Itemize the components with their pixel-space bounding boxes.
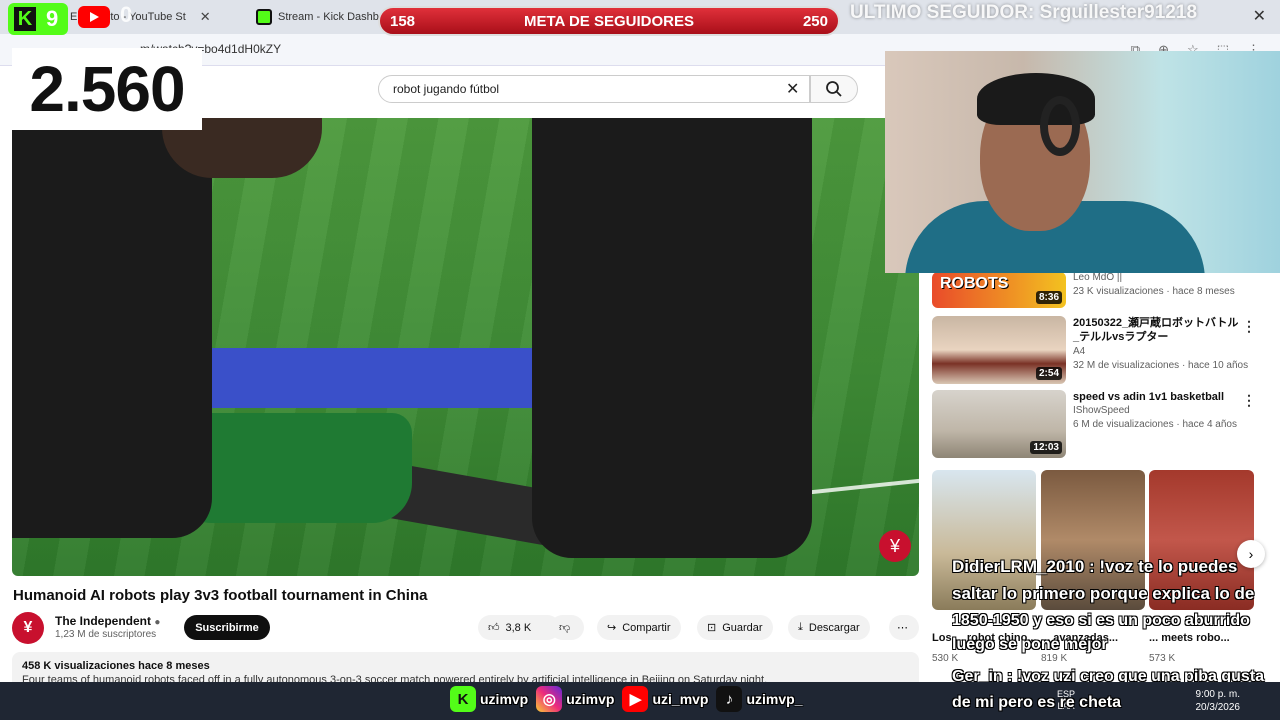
short-views: 819 K (1041, 653, 1068, 664)
channel-name[interactable]: The Independent ● (55, 614, 160, 628)
clock[interactable]: 9:00 p. m. 20/3/2026 (1196, 688, 1241, 714)
tab-label: Stream - Kick Dashbo (278, 11, 385, 23)
video-person-right (532, 118, 812, 558)
viewer-counter: 2.560 (12, 48, 202, 130)
duration: 8:36 (1035, 291, 1062, 304)
youtube-icon (78, 6, 110, 28)
more-options-icon[interactable]: ⋮ (1242, 392, 1256, 409)
goal-label: META DE SEGUIDORES (523, 13, 695, 30)
youtube-count: 0 (120, 2, 133, 27)
social-handle: uzi_mvp (652, 691, 709, 707)
screen: En directo - YouTube St ✕ Stream - Kick … (0, 0, 1280, 720)
video-thumbnail: ROBOTS 8:36 (932, 272, 1066, 308)
channel-watermark-icon: ¥ (879, 530, 911, 562)
recommendation-item[interactable]: ROBOTS 8:36 Leo MdO || 23 K visualizacio… (932, 272, 1272, 308)
share-icon: ↪ (607, 622, 617, 634)
thumbs-down-icon: 👎︎ (559, 622, 571, 634)
video-thumbnail: 2:54 (932, 316, 1066, 384)
recommendation-channel: IShowSpeed (1073, 405, 1130, 416)
chat-line: luego se pone mejor (952, 636, 1108, 653)
short-views: 530 K (932, 653, 959, 664)
verified-icon: ● (154, 617, 161, 628)
channel-avatar[interactable]: ¥ (12, 612, 44, 644)
kick-icon: K (450, 686, 476, 712)
recommendation-channel: A4 (1073, 346, 1086, 357)
tab-kick[interactable]: Stream - Kick Dashbo (248, 4, 393, 30)
more-options-icon[interactable]: ⋮ (1242, 318, 1256, 335)
search-icon (826, 81, 842, 97)
recommendation-meta: 23 K visualizaciones · hace 8 meses (1073, 286, 1235, 297)
chat-line: 1850-1950 y eso si es un poco aburrido (952, 612, 1250, 629)
social-handle: uzimvp_ (746, 691, 803, 707)
subscriber-count: 1,23 M de suscriptores (55, 629, 157, 640)
follower-goal-bar: 158 META DE SEGUIDORES 250 (378, 6, 840, 36)
thumbnail-text: ROBOTS (940, 275, 1009, 292)
social-handle: uzimvp (480, 691, 529, 707)
video-player[interactable]: ¥ (12, 118, 919, 576)
social-handle: uzimvp (566, 691, 615, 707)
short-views: 573 K (1149, 653, 1176, 664)
instagram-icon: ◎ (536, 686, 563, 712)
kick-icon (256, 9, 272, 25)
recommendation-meta: 6 M de visualizaciones · hace 4 años (1073, 419, 1237, 430)
recommendation-channel: Leo MdO || (1073, 272, 1123, 283)
video-thumbnail: 12:03 (932, 390, 1066, 458)
window-close-icon[interactable]: ✕ (1253, 6, 1266, 26)
views-and-date: 458 K visualizaciones hace 8 meses (22, 660, 210, 672)
clear-search-icon[interactable]: ✕ (786, 79, 799, 99)
recommendation-item[interactable]: 2:54 20150322_瀬戸蔵ロボットバトル_テルルvsラプター A4 32… (932, 316, 1272, 384)
share-button[interactable]: ↪ Compartir (597, 615, 681, 640)
shorts-next-button[interactable]: › (1237, 540, 1265, 568)
bookmark-icon: ⊡ (707, 622, 717, 634)
recommendation-title: 20150322_瀬戸蔵ロボットバトル_テルルvsラプター (1073, 317, 1239, 343)
search-button[interactable] (810, 75, 858, 103)
video-person-left (12, 118, 212, 538)
webcam-feed (885, 51, 1280, 273)
short-title: ... meets robo... (1149, 632, 1230, 644)
more-actions-button[interactable]: ⋯ (889, 615, 919, 640)
kick-viewers-badge: K 9 (8, 3, 68, 35)
chat-line: de mi pero es re cheta (952, 694, 1121, 711)
tiktok-icon: ♪ (716, 686, 743, 712)
chat-line: saltar lo primero porque explica lo de (952, 584, 1255, 603)
social-handles: K uzimvp ◎ uzimvp ▶ uzi_mvp ♪ uzimvp_ (450, 684, 807, 714)
chevron-right-icon: › (1248, 546, 1254, 562)
duration: 2:54 (1035, 367, 1062, 380)
download-button[interactable]: ⤓ Descargar (788, 615, 870, 640)
video-title: Humanoid AI robots play 3v3 football tou… (13, 587, 428, 604)
download-icon: ⤓ (798, 621, 803, 633)
duration: 12:03 (1030, 441, 1062, 454)
kick-icon: K (14, 7, 36, 31)
headphones-icon (1040, 96, 1080, 156)
kick-count: 9 (46, 6, 59, 31)
last-follower-label: ULTIMO SEGUIDOR: Srguillester91218 (850, 2, 1198, 23)
recommendation-title: speed vs adin 1v1 basketball (1073, 391, 1225, 403)
subscribe-button[interactable]: Suscribirme (184, 615, 270, 640)
close-tab-icon[interactable]: ✕ (200, 9, 211, 25)
chat-line: DidierLRM_2010 : !voz te lo puedes (952, 557, 1238, 576)
recommendation-meta: 32 M de visualizaciones · hace 10 años (1073, 360, 1249, 371)
recommendation-item[interactable]: 12:03 speed vs adin 1v1 basketball IShow… (932, 390, 1272, 458)
search-input[interactable]: robot jugando fútbol (378, 75, 810, 103)
goal-target: 250 (802, 13, 828, 30)
thumbs-up-icon: 👍︎ (488, 622, 500, 634)
dislike-button[interactable]: 👎︎ (550, 615, 584, 640)
more-icon: ⋯ (897, 622, 908, 634)
youtube-icon: ▶ (622, 686, 649, 712)
save-button[interactable]: ⊡ Guardar (697, 615, 773, 640)
like-button[interactable]: 👍︎ 3,8 K (478, 615, 560, 640)
